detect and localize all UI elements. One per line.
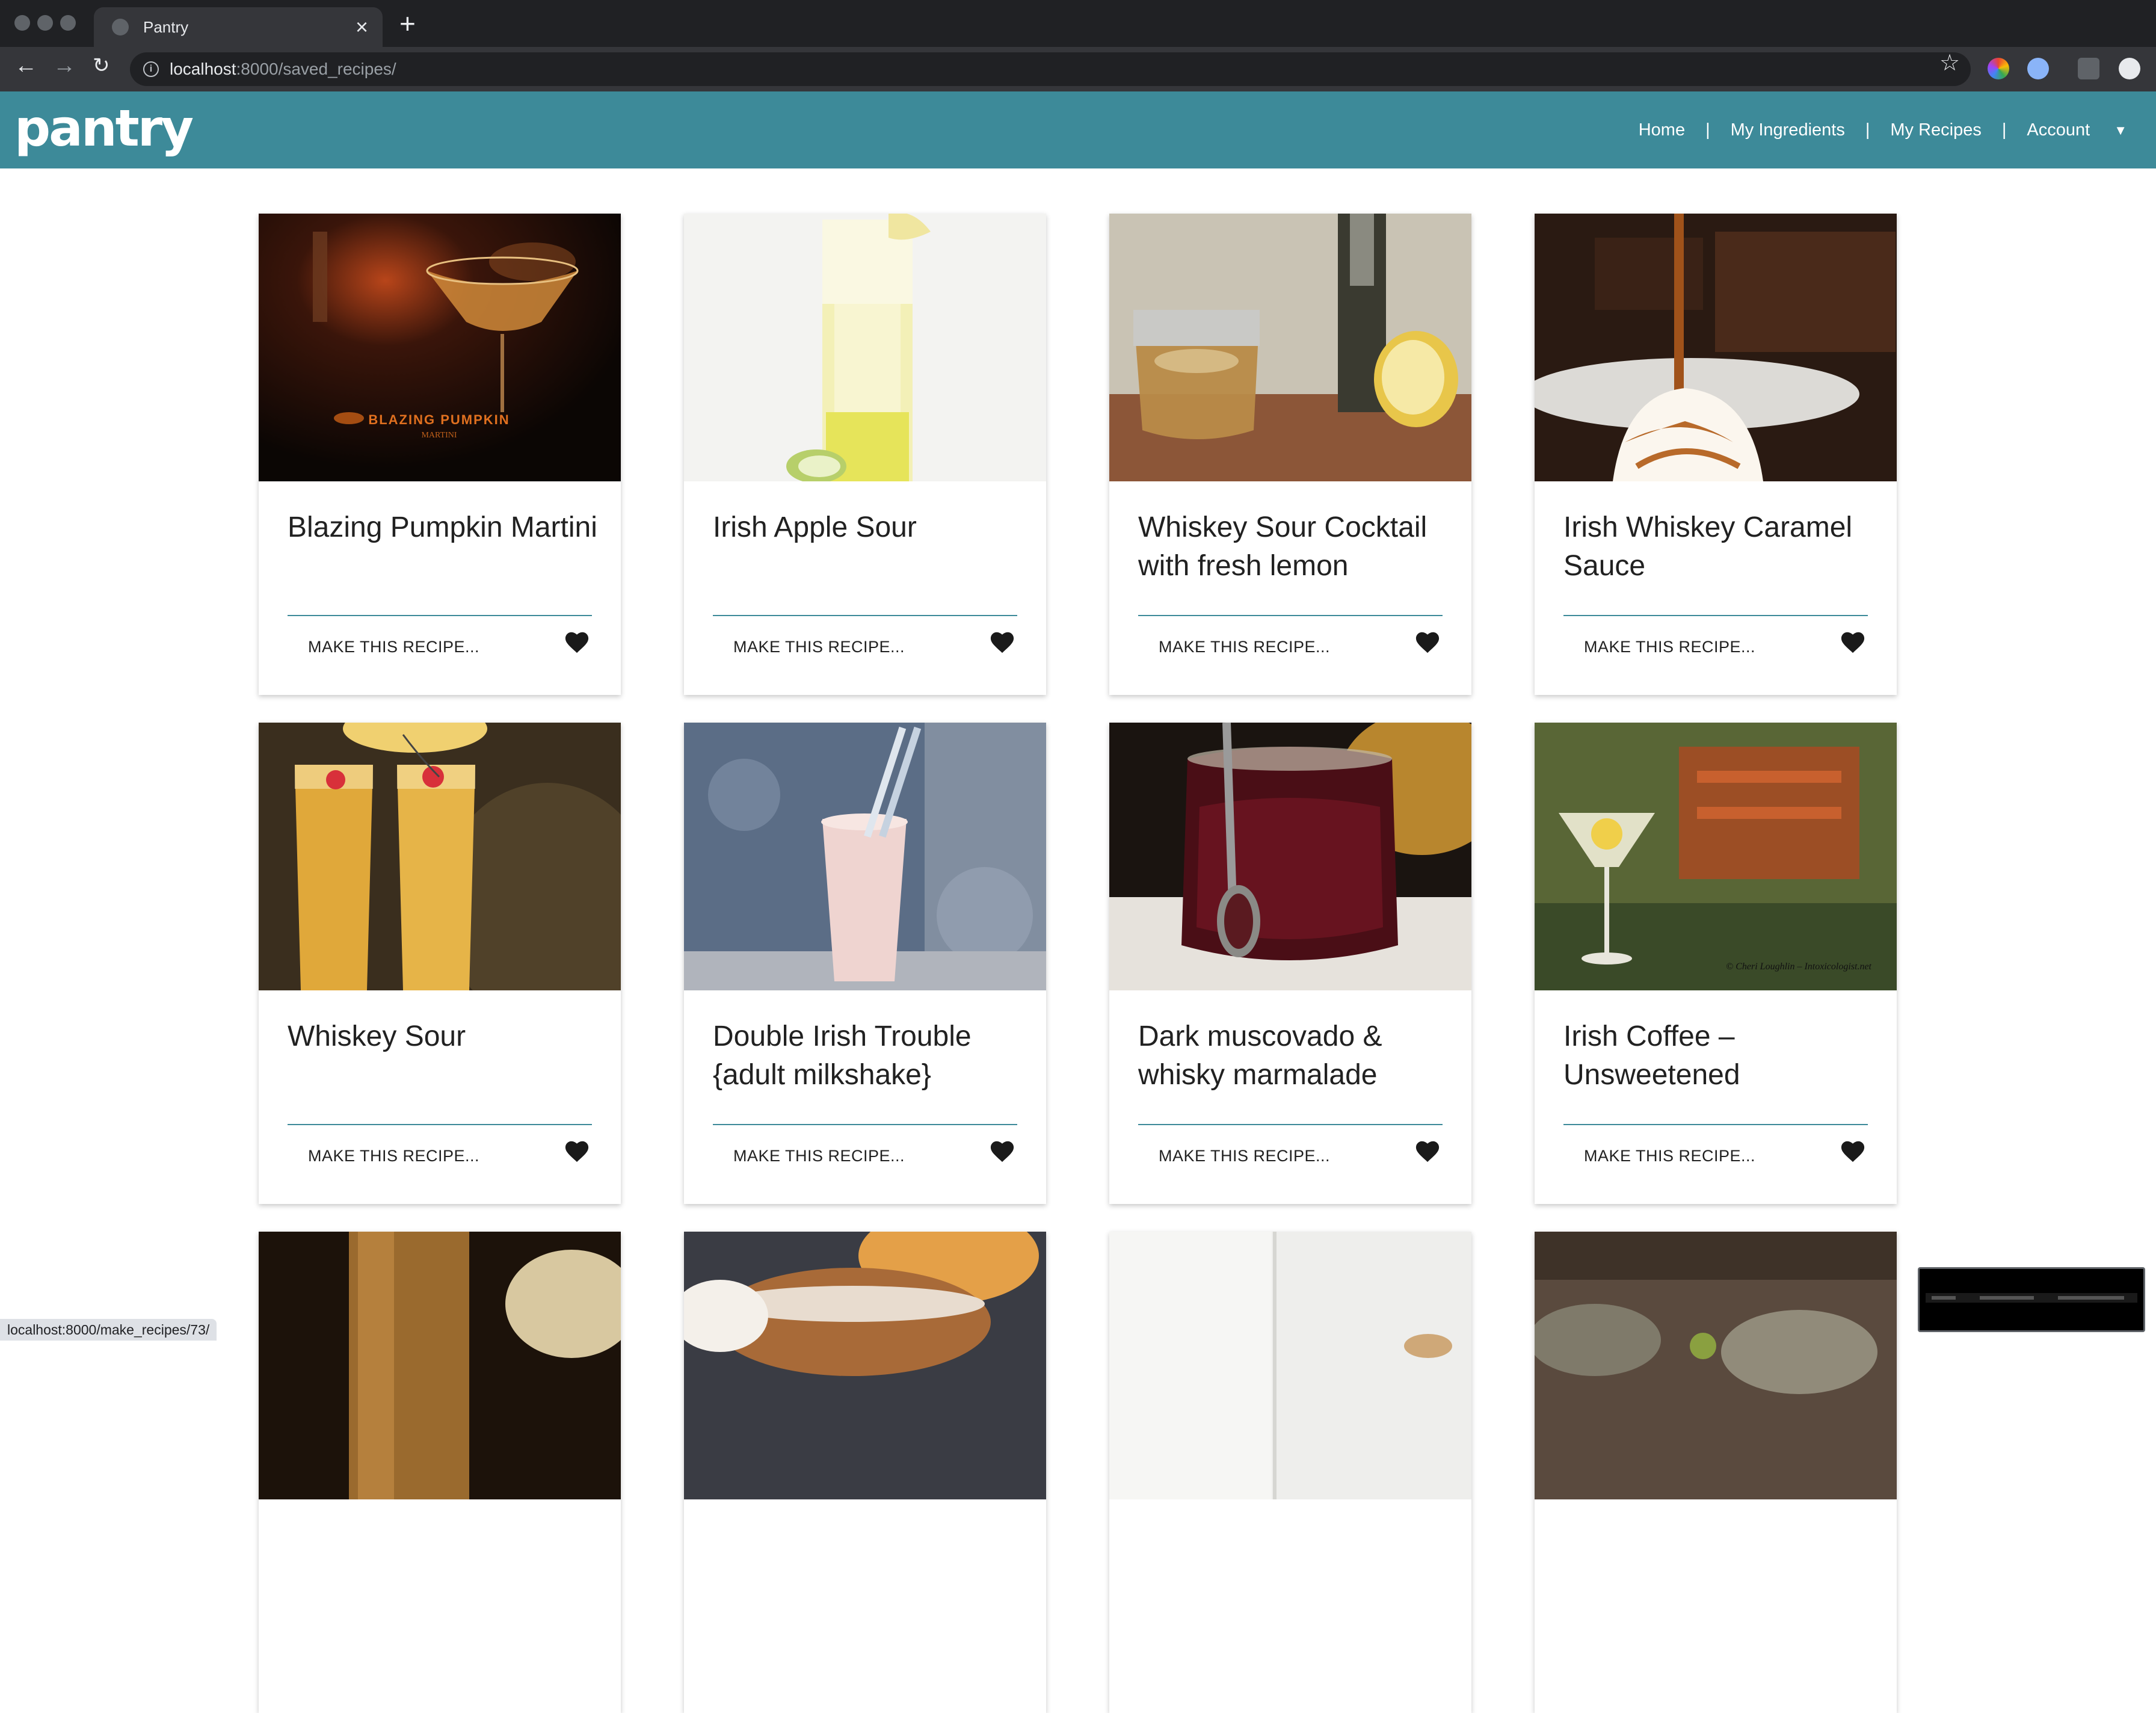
make-recipe-link[interactable]: MAKE THIS RECIPE... bbox=[308, 638, 479, 656]
heart-icon[interactable] bbox=[1414, 1138, 1441, 1163]
divider bbox=[1138, 615, 1443, 616]
browser-toolbar: ← → ↻ i localhost:8000/saved_recipes/ ☆ bbox=[0, 47, 2156, 91]
make-recipe-link[interactable]: MAKE THIS RECIPE... bbox=[733, 638, 905, 656]
heart-icon[interactable] bbox=[988, 1138, 1016, 1163]
heart-icon[interactable] bbox=[988, 629, 1016, 654]
divider bbox=[713, 1124, 1017, 1125]
divider bbox=[288, 1124, 592, 1125]
main-nav: Home | My Ingredients | My Recipes | Acc… bbox=[1639, 120, 2127, 140]
recipe-title[interactable]: Whiskey Sour Cocktail with fresh lemon bbox=[1138, 508, 1451, 585]
chevron-down-icon[interactable]: ▼ bbox=[2114, 123, 2127, 138]
browser-tab-strip: Pantry × + bbox=[0, 0, 2156, 47]
recipe-image-double-irish-trouble[interactable] bbox=[684, 723, 1046, 990]
heart-icon[interactable] bbox=[1839, 1138, 1867, 1163]
recipe-image[interactable] bbox=[1535, 1232, 1897, 1499]
divider bbox=[1563, 1124, 1868, 1125]
make-recipe-link[interactable]: MAKE THIS RECIPE... bbox=[733, 1147, 905, 1165]
make-recipe-link[interactable]: MAKE THIS RECIPE... bbox=[308, 1147, 479, 1165]
recipe-title[interactable]: Irish Whiskey Caramel Sauce bbox=[1563, 508, 1876, 585]
recipe-card bbox=[1535, 1232, 1897, 1713]
recipe-card: © Cheri Loughlin – Intoxicologist.net Ir… bbox=[1535, 723, 1897, 1204]
image-watermark: © Cheri Loughlin – Intoxicologist.net bbox=[1726, 961, 1871, 972]
make-recipe-link[interactable]: MAKE THIS RECIPE... bbox=[1159, 638, 1330, 656]
recipe-image[interactable] bbox=[1109, 1232, 1471, 1499]
url-text: localhost:8000/saved_recipes/ bbox=[170, 60, 396, 78]
profile-avatar[interactable] bbox=[2119, 58, 2140, 79]
recipe-title[interactable]: Irish Apple Sour bbox=[713, 508, 1026, 547]
recipe-image-irish-coffee-unsweetened[interactable]: © Cheri Loughlin – Intoxicologist.net bbox=[1535, 723, 1897, 990]
make-recipe-link[interactable]: MAKE THIS RECIPE... bbox=[1584, 638, 1755, 656]
window-minimize-button[interactable] bbox=[37, 15, 53, 31]
back-arrow-icon[interactable]: ← bbox=[14, 54, 37, 77]
nav-my-recipes-link[interactable]: My Recipes bbox=[1890, 120, 1982, 140]
make-recipe-link[interactable]: MAKE THIS RECIPE... bbox=[1159, 1147, 1330, 1165]
recipe-image[interactable] bbox=[259, 1232, 621, 1499]
forward-arrow-icon[interactable]: → bbox=[53, 54, 76, 77]
globe-icon bbox=[112, 19, 129, 35]
make-recipe-link[interactable]: MAKE THIS RECIPE... bbox=[1584, 1147, 1755, 1165]
recipe-card: Irish Whiskey Caramel Sauce MAKE THIS RE… bbox=[1535, 214, 1897, 695]
heart-icon[interactable] bbox=[563, 629, 591, 654]
nav-home-link[interactable]: Home bbox=[1639, 120, 1685, 140]
reload-icon[interactable]: ↻ bbox=[93, 55, 110, 76]
site-header: pantry Home | My Ingredients | My Recipe… bbox=[0, 91, 2156, 168]
nav-account-link[interactable]: Account bbox=[2027, 120, 2090, 140]
recipe-image-irish-apple-sour[interactable] bbox=[684, 214, 1046, 481]
recipe-title[interactable]: Irish Coffee – Unsweetened bbox=[1563, 1017, 1876, 1094]
info-icon[interactable]: i bbox=[143, 61, 159, 77]
heart-icon[interactable] bbox=[563, 1138, 591, 1163]
extension-icon[interactable] bbox=[2027, 58, 2049, 79]
recipe-card: Double Irish Trouble {adult milkshake} M… bbox=[684, 723, 1046, 1204]
preview-content bbox=[1926, 1293, 2137, 1303]
extension-icon[interactable] bbox=[2078, 58, 2099, 79]
nav-separator: | bbox=[2001, 120, 2007, 140]
window-close-button[interactable] bbox=[14, 15, 30, 31]
recipe-card bbox=[1109, 1232, 1471, 1713]
tab-title: Pantry bbox=[143, 17, 189, 36]
nav-separator: | bbox=[1865, 120, 1870, 140]
color-extension-icon[interactable] bbox=[1988, 58, 2009, 79]
recipe-title[interactable]: Blazing Pumpkin Martini bbox=[288, 508, 600, 547]
link-status-bar: localhost:8000/make_recipes/73/ bbox=[0, 1319, 217, 1341]
image-caption: BLAZING PUMPKIN bbox=[368, 412, 510, 427]
recipe-image-whiskey-sour[interactable] bbox=[259, 723, 621, 990]
recipe-title[interactable]: Whiskey Sour bbox=[288, 1017, 600, 1056]
recipe-card: Dark muscovado & whisky marmalade MAKE T… bbox=[1109, 723, 1471, 1204]
recipe-card bbox=[684, 1232, 1046, 1713]
image-caption-sub: MARTINI bbox=[421, 431, 457, 440]
divider bbox=[713, 615, 1017, 616]
recipe-image-dark-muscovado-marmalade[interactable] bbox=[1109, 723, 1471, 990]
recipe-card: BLAZING PUMPKIN MARTINI Blazing Pumpkin … bbox=[259, 214, 621, 695]
picture-in-picture-preview[interactable] bbox=[1918, 1267, 2145, 1332]
recipe-image[interactable] bbox=[684, 1232, 1046, 1499]
recipe-image-blazing-pumpkin-martini[interactable]: BLAZING PUMPKIN MARTINI bbox=[259, 214, 621, 481]
bookmark-star-icon[interactable]: ☆ bbox=[1939, 49, 1960, 76]
window-maximize-button[interactable] bbox=[60, 15, 76, 31]
recipe-card: Whiskey Sour Cocktail with fresh lemon M… bbox=[1109, 214, 1471, 695]
recipe-title[interactable]: Dark muscovado & whisky marmalade bbox=[1138, 1017, 1451, 1094]
recipe-image-whiskey-sour-cocktail[interactable] bbox=[1109, 214, 1471, 481]
recipe-card: Whiskey Sour MAKE THIS RECIPE... bbox=[259, 723, 621, 1204]
divider bbox=[1138, 1124, 1443, 1125]
recipe-title[interactable]: Double Irish Trouble {adult milkshake} bbox=[713, 1017, 1026, 1094]
heart-icon[interactable] bbox=[1839, 629, 1867, 654]
close-icon[interactable]: × bbox=[356, 16, 368, 38]
divider bbox=[1563, 615, 1868, 616]
heart-icon[interactable] bbox=[1414, 629, 1441, 654]
new-tab-button[interactable]: + bbox=[399, 10, 416, 37]
nav-separator: | bbox=[1705, 120, 1710, 140]
pantry-logo[interactable]: pantry bbox=[14, 99, 194, 158]
recipe-image-irish-whiskey-caramel-sauce[interactable] bbox=[1535, 214, 1897, 481]
recipe-card bbox=[259, 1232, 621, 1713]
recipe-card: Irish Apple Sour MAKE THIS RECIPE... bbox=[684, 214, 1046, 695]
browser-tab[interactable]: Pantry × bbox=[94, 7, 383, 47]
address-bar[interactable]: i localhost:8000/saved_recipes/ bbox=[130, 52, 1971, 86]
nav-my-ingredients-link[interactable]: My Ingredients bbox=[1731, 120, 1845, 140]
divider bbox=[288, 615, 592, 616]
